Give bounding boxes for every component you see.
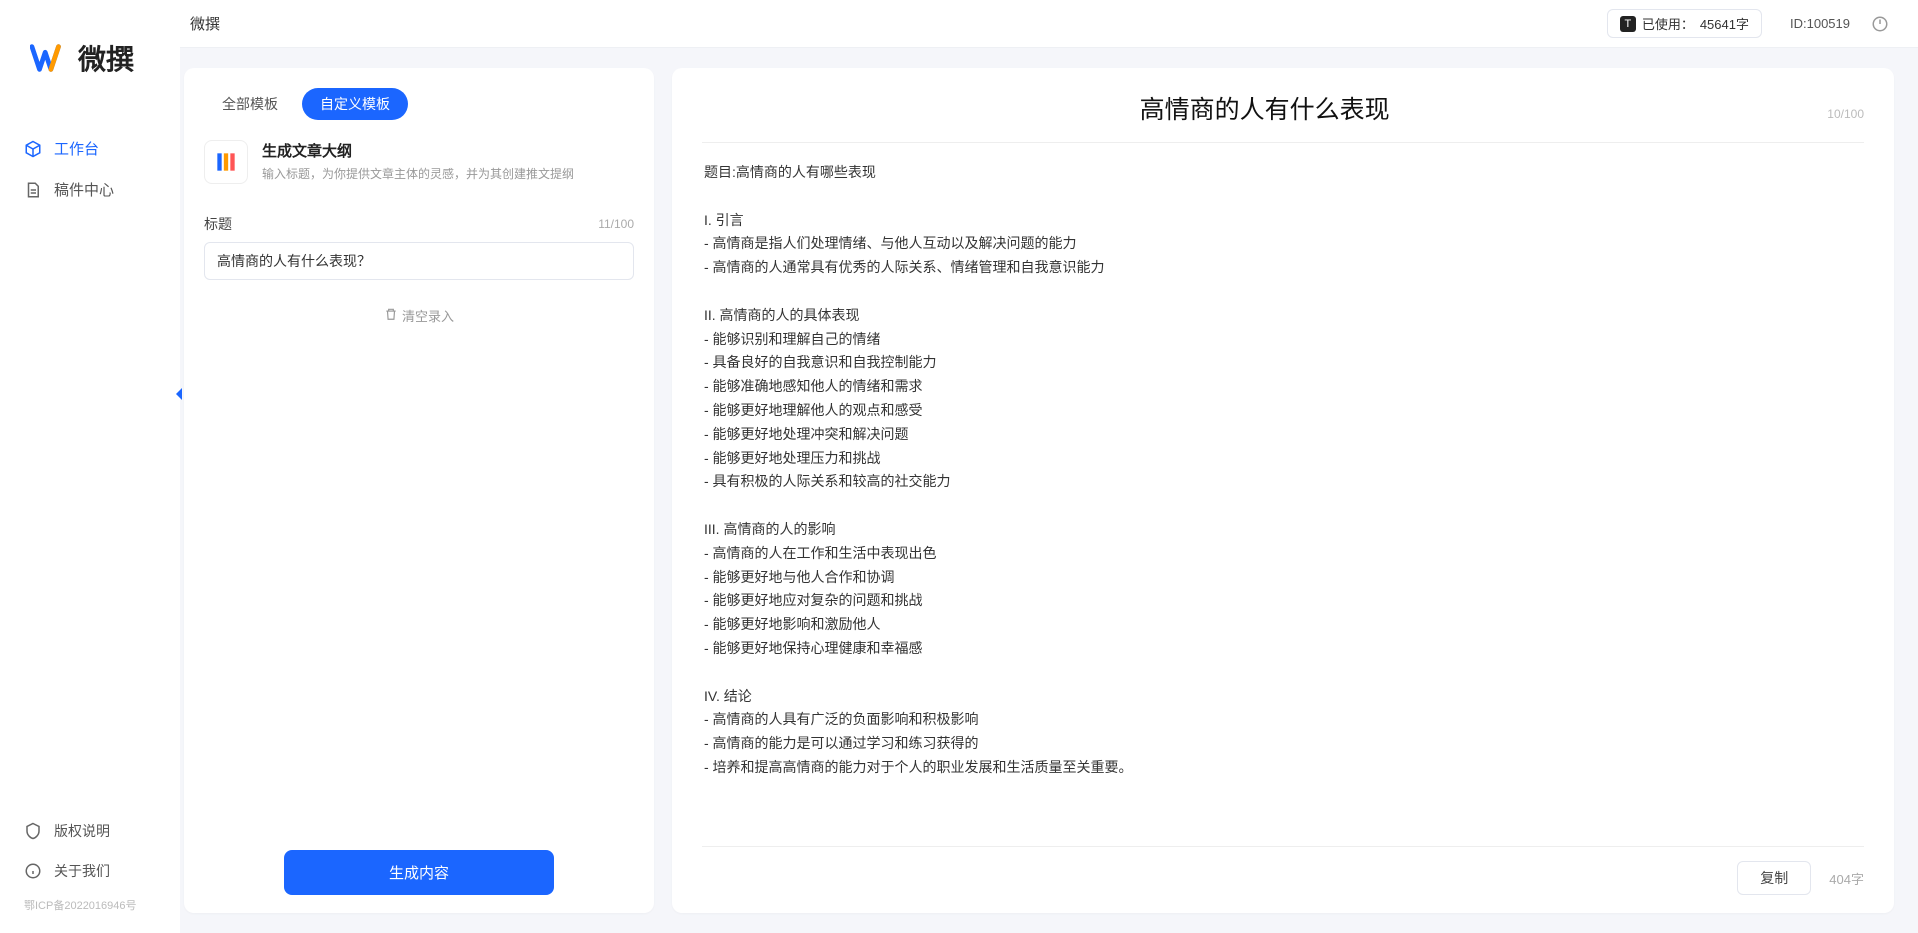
sidebar: 微撰 工作台 稿件中心 版权说明 xyxy=(0,0,180,933)
sidebar-collapse-handle[interactable] xyxy=(172,380,186,408)
sidebar-bottom: 版权说明 关于我们 鄂ICP备2022016946号 xyxy=(0,811,180,923)
nav-item-about[interactable]: 关于我们 xyxy=(0,851,180,891)
generate-button[interactable]: 生成内容 xyxy=(284,850,554,895)
tab-custom-templates[interactable]: 自定义模板 xyxy=(302,88,408,120)
usage-badge-icon: T xyxy=(1620,16,1636,32)
template-title: 生成文章大纲 xyxy=(262,140,574,161)
brand-logo[interactable]: 微撰 xyxy=(0,18,180,118)
output-header: 高情商的人有什么表现 10/100 xyxy=(702,90,1864,143)
document-icon xyxy=(24,181,42,199)
logo-icon xyxy=(30,42,68,74)
nav: 工作台 稿件中心 xyxy=(0,118,180,811)
output-footer: 复制 404字 xyxy=(702,846,1864,895)
nav-label: 稿件中心 xyxy=(54,179,114,200)
nav-item-workspace[interactable]: 工作台 xyxy=(0,128,180,169)
title-input[interactable] xyxy=(204,242,634,280)
info-icon xyxy=(24,862,42,880)
brand-name: 微撰 xyxy=(78,38,134,78)
power-button[interactable] xyxy=(1870,14,1890,34)
nav-label: 关于我们 xyxy=(54,861,110,881)
icp-text: 鄂ICP备2022016946号 xyxy=(0,891,180,913)
word-count: 404字 xyxy=(1829,869,1864,888)
usage-prefix: 已使用： xyxy=(1642,14,1694,33)
output-counter: 10/100 xyxy=(1827,107,1864,121)
template-meta: 生成文章大纲 输入标题，为你提供文章主体的灵感，并为其创建推文提纲 xyxy=(262,140,574,184)
copy-button[interactable]: 复制 xyxy=(1737,861,1811,895)
output-body[interactable]: 题目:高情商的人有哪些表现 I. 引言 - 高情商是指人们处理情绪、与他人互动以… xyxy=(702,143,1864,846)
title-field-label: 标题 xyxy=(204,214,232,234)
nav-item-copyright[interactable]: 版权说明 xyxy=(0,811,180,851)
form-area: 标题 11/100 清空录入 生成内容 xyxy=(184,202,654,895)
template-tabs: 全部模板 自定义模板 xyxy=(184,88,654,138)
template-card[interactable]: 生成文章大纲 输入标题，为你提供文章主体的灵感，并为其创建推文提纲 xyxy=(184,138,654,202)
nav-label: 版权说明 xyxy=(54,821,110,841)
topbar: 微撰 T 已使用： 45641字 ID:100519 xyxy=(180,0,1918,48)
usage-pill[interactable]: T 已使用： 45641字 xyxy=(1607,9,1762,38)
trash-icon xyxy=(384,307,398,324)
cube-icon xyxy=(24,140,42,158)
main: 微撰 T 已使用： 45641字 ID:100519 全部模板 自定义模板 xyxy=(180,0,1918,933)
nav-item-drafts[interactable]: 稿件中心 xyxy=(0,169,180,210)
right-panel: 高情商的人有什么表现 10/100 题目:高情商的人有哪些表现 I. 引言 - … xyxy=(672,68,1894,913)
shield-icon xyxy=(24,822,42,840)
workspace: 全部模板 自定义模板 生成文章大纲 输入标题，为你提供文章主体的灵感，并为其创建… xyxy=(180,48,1918,933)
tab-all-templates[interactable]: 全部模板 xyxy=(204,88,296,120)
title-char-counter: 11/100 xyxy=(598,217,634,231)
nav-label: 工作台 xyxy=(54,138,99,159)
left-panel: 全部模板 自定义模板 生成文章大纲 输入标题，为你提供文章主体的灵感，并为其创建… xyxy=(184,68,654,913)
page-title: 微撰 xyxy=(190,13,220,34)
user-id: ID:100519 xyxy=(1790,16,1850,31)
output-title: 高情商的人有什么表现 xyxy=(702,90,1827,126)
template-desc: 输入标题，为你提供文章主体的灵感，并为其创建推文提纲 xyxy=(262,165,574,182)
usage-value: 45641字 xyxy=(1700,14,1749,33)
clear-input-button[interactable]: 清空录入 xyxy=(204,306,634,325)
template-icon xyxy=(204,140,248,184)
